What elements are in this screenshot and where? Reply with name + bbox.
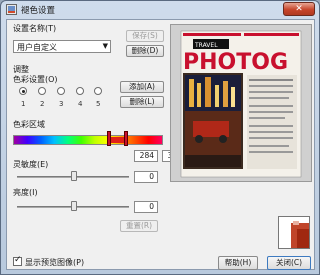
add-button[interactable]: 添加(A) [120,81,164,93]
brightness-value-field[interactable]: 0 [134,201,158,213]
radio-label-4: 4 [78,100,83,108]
close-icon: ✕ [295,4,303,14]
range-start-handle[interactable] [107,131,111,146]
preset-group-label: 设置名称(T) [13,24,57,33]
brightness-label: 亮度(I) [13,188,38,197]
window-title: 褪色设置 [21,6,56,16]
close-window-button[interactable]: ✕ [283,2,315,16]
range-from-field[interactable]: 284 [134,150,158,162]
radio-option-5[interactable] [94,87,102,95]
magnifier-graphic [279,217,309,248]
magazine-title: PHOTOG [183,50,288,75]
show-preview-label: 显示预览图像(P) [25,258,85,267]
range-end-handle[interactable] [124,131,128,146]
radio-label-3: 3 [59,100,64,108]
radio-label-1: 1 [21,100,26,108]
show-preview-checkbox[interactable] [13,255,22,266]
radio-option-4[interactable] [76,87,84,95]
chevron-down-icon: ▼ [102,42,108,50]
magazine-subtitle: TRAVEL [194,42,218,49]
preset-dropdown[interactable]: 用户自定义 ▼ [13,40,111,53]
reset-button[interactable]: 重置(R) [120,220,158,232]
brightness-slider-handle[interactable] [71,201,77,211]
radio-option-1[interactable] [19,87,27,95]
color-range-bar[interactable] [13,135,163,145]
radio-label-5: 5 [96,100,101,108]
color-setting-label: 色彩设置(O) [13,75,58,84]
app-icon [6,4,17,15]
saturation-slider-handle[interactable] [71,171,77,181]
radio-option-3[interactable] [57,87,65,95]
radio-label-2: 2 [40,100,45,108]
help-button[interactable]: 帮助(H) [218,256,258,270]
magazine-preview-graphic: TRAVEL PHOTOG [171,25,311,181]
magnifier-preview [278,216,310,249]
saturation-value-field[interactable]: 0 [134,171,158,183]
remove-button[interactable]: 删除(L) [120,96,164,108]
delete-preset-button[interactable]: 删除(D) [126,45,164,57]
color-range-label: 色彩区域 [13,120,45,129]
radio-option-2[interactable] [38,87,46,95]
saturation-label: 灵敏度(E) [13,160,49,169]
save-button[interactable]: 保存(S) [126,30,164,42]
preset-selected-value: 用户自定义 [17,43,57,52]
title-bar[interactable]: 褪色设置 ✕ [1,1,319,18]
dialog-body: 设置名称(T) 用户自定义 ▼ 保存(S) 删除(D) 调整 色彩设置(O) 1… [6,19,315,270]
preview-image: TRAVEL PHOTOG [170,24,312,182]
close-button[interactable]: 关闭(C) [267,256,311,270]
dialog-window: 褪色设置 ✕ 设置名称(T) 用户自定义 ▼ 保存(S) 删除(D) 调整 色彩… [0,0,320,275]
